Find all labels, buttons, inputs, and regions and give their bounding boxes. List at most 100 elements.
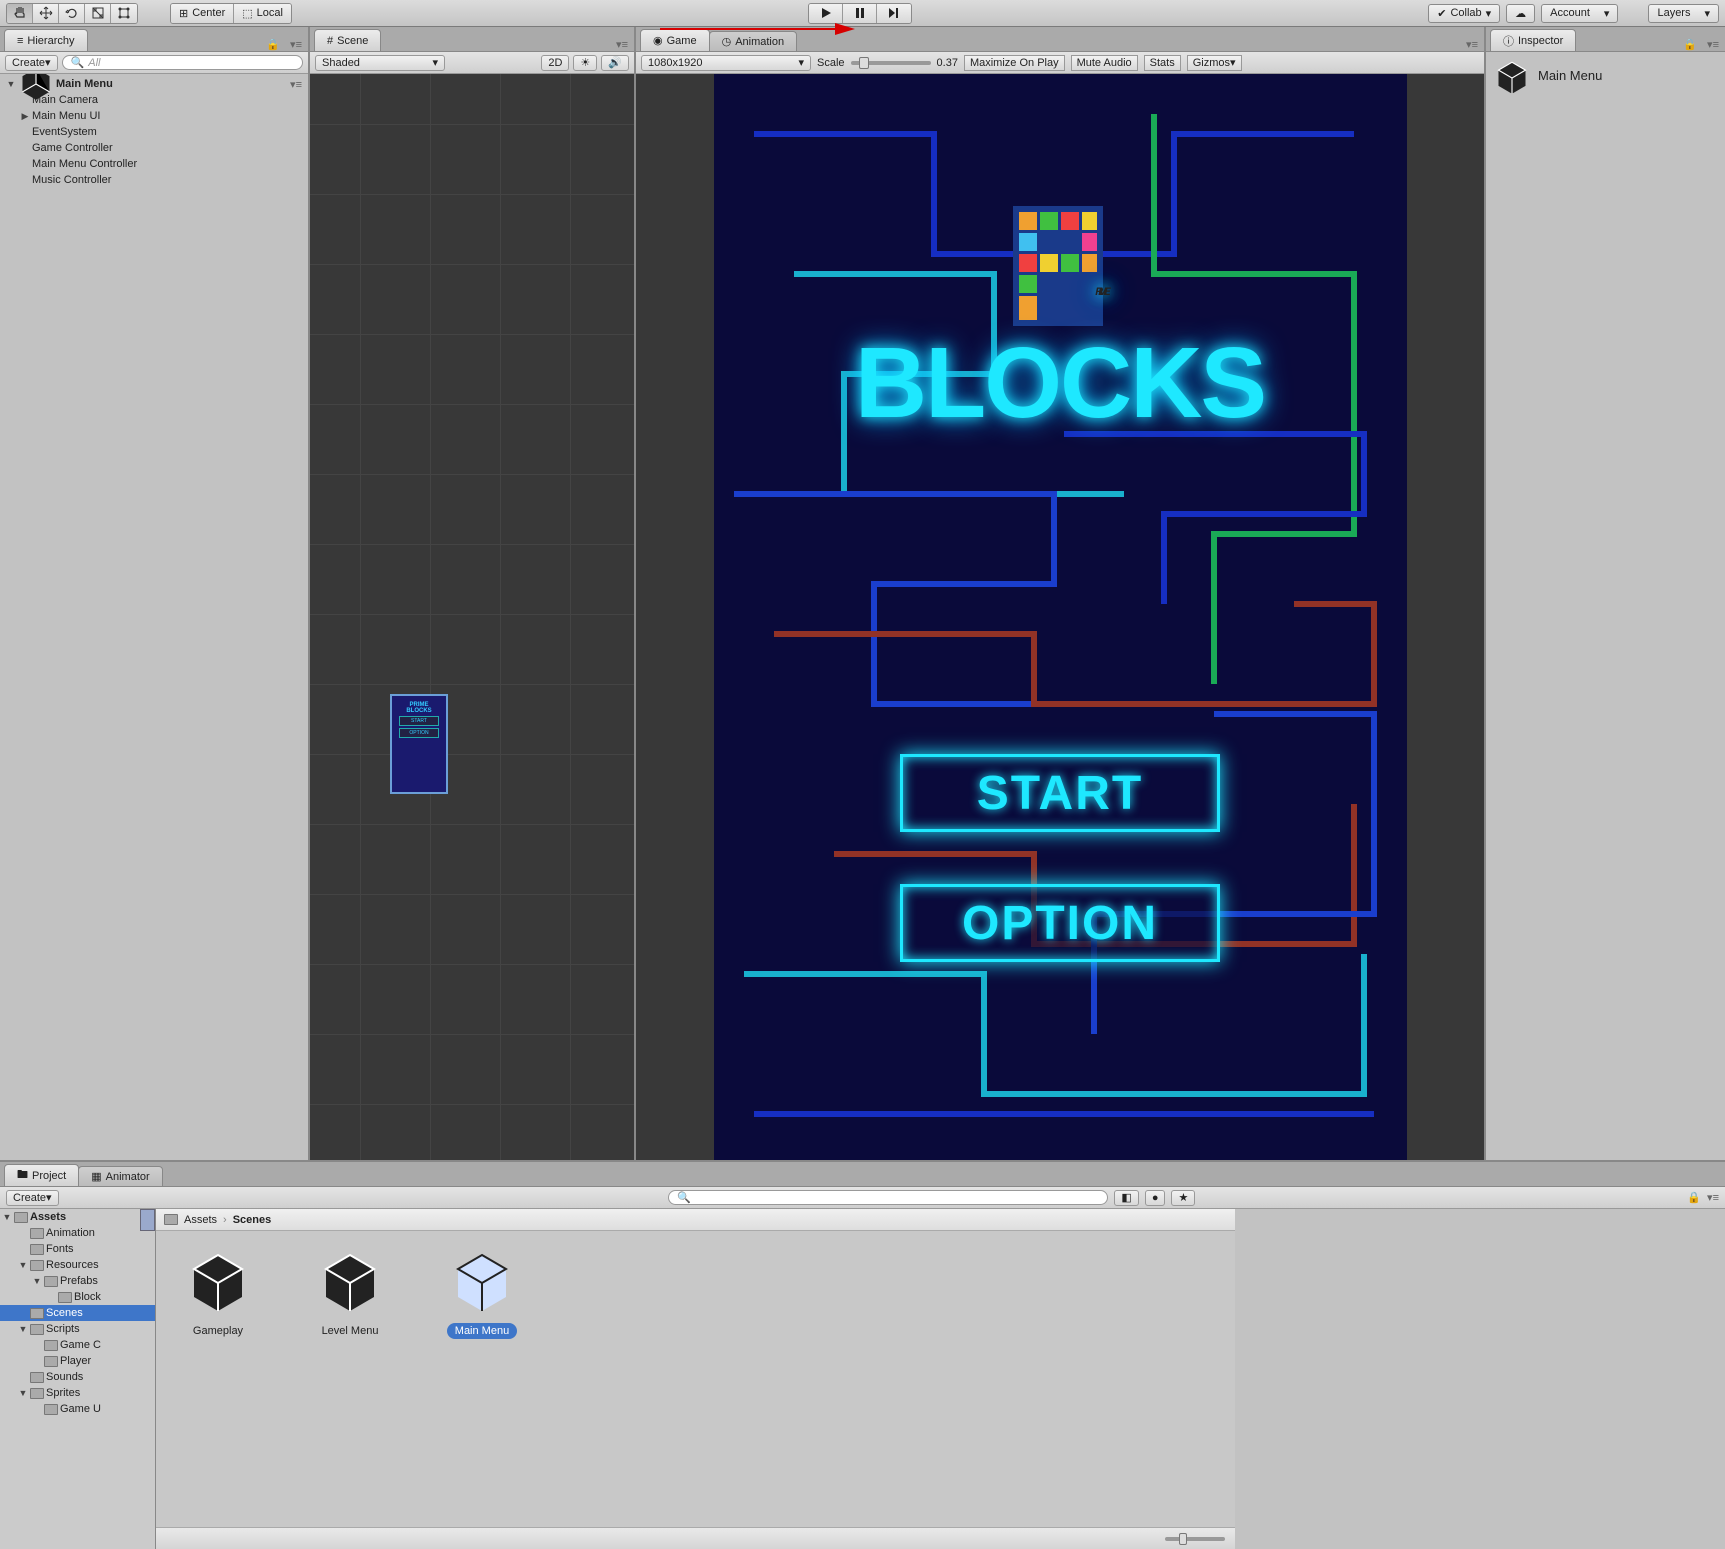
scale-slider[interactable] (851, 61, 931, 65)
filter-button-2[interactable]: ● (1145, 1190, 1166, 1206)
create-label: Create (12, 57, 45, 69)
project-tree-row[interactable]: Scenes (0, 1305, 155, 1321)
search-icon: 🔍 (677, 1191, 691, 1204)
hierarchy-item[interactable]: EventSystem (0, 124, 308, 140)
project-tree-row[interactable]: Game C (0, 1337, 155, 1353)
panel-menu-icon[interactable]: ▾≡ (1466, 38, 1478, 51)
hierarchy-search[interactable]: 🔍All (62, 55, 303, 70)
play-button[interactable] (809, 4, 843, 23)
expand-icon[interactable]: ▼ (6, 79, 16, 89)
create-dropdown[interactable]: Create ▾ (5, 55, 58, 71)
hand-tool-button[interactable] (7, 4, 33, 23)
project-tree-row[interactable]: Game U (0, 1401, 155, 1417)
expand-icon[interactable]: ▶ (20, 111, 30, 122)
project-tree-row[interactable]: Fonts (0, 1241, 155, 1257)
project-tab[interactable]: 🖿Project (4, 1164, 79, 1186)
animator-tab-label: Animator (106, 1171, 150, 1183)
collab-button[interactable]: ✔Collab▾ (1428, 4, 1500, 23)
project-tree-row[interactable]: ▼Resources (0, 1257, 155, 1273)
inspector-tab[interactable]: ⓘInspector (1490, 29, 1576, 51)
game-option-button[interactable]: OPTION (900, 884, 1220, 962)
project-tree-row[interactable]: Player (0, 1353, 155, 1369)
asset-item[interactable]: Level Menu (304, 1251, 396, 1339)
scrollbar-thumb[interactable] (140, 1209, 155, 1231)
project-tree-row[interactable]: ▼Prefabs (0, 1273, 155, 1289)
breadcrumb-item[interactable]: Scenes (233, 1214, 272, 1226)
animator-tab[interactable]: ▦Animator (78, 1166, 162, 1186)
center-label: Center (192, 7, 225, 19)
favorite-button[interactable]: ★ (1171, 1190, 1195, 1206)
2d-toggle[interactable]: 2D (541, 55, 569, 71)
project-tree-row[interactable]: Sounds (0, 1369, 155, 1385)
stats-toggle[interactable]: Stats (1144, 55, 1181, 71)
bottom-area: 🖿Project ▦Animator Create ▾ 🔍 ◧ ● ★ 🔒 ▾≡… (0, 1160, 1725, 1549)
hierarchy-item-label: Game Controller (32, 142, 113, 154)
gizmos-dropdown[interactable]: Gizmos ▾ (1187, 55, 1242, 71)
filter-button-1[interactable]: ◧ (1114, 1190, 1138, 1206)
project-tree-row[interactable]: ▼Sprites (0, 1385, 155, 1401)
center-pivot-button[interactable]: ⊞Center (171, 4, 233, 23)
account-button[interactable]: Account▾ (1541, 4, 1618, 23)
expand-icon[interactable]: ▼ (18, 1388, 28, 1398)
scene-root-row[interactable]: ▼Main Menu▾≡ (0, 76, 308, 92)
scene-menu-icon[interactable]: ▾≡ (290, 78, 302, 91)
scale-tool-button[interactable] (85, 4, 111, 23)
lighting-toggle[interactable]: ☀ (573, 55, 597, 71)
scene-tab[interactable]: #Scene (314, 29, 381, 51)
hierarchy-item[interactable]: ▶Main Menu UI (0, 108, 308, 124)
panel-menu-icon[interactable]: ▾≡ (1707, 1191, 1719, 1204)
pause-button[interactable] (843, 4, 877, 23)
panel-menu-icon[interactable]: ▾≡ (1707, 38, 1719, 51)
rotate-tool-button[interactable] (59, 4, 85, 23)
maximize-toggle[interactable]: Maximize On Play (964, 55, 1065, 71)
expand-icon[interactable]: ▼ (18, 1260, 28, 1270)
lock-icon[interactable]: 🔒 (266, 38, 280, 51)
scene-viewport[interactable]: PRIMEBLOCKS START OPTION (310, 74, 634, 1160)
audio-toggle[interactable]: 🔊 (601, 55, 629, 71)
hierarchy-item[interactable]: Music Controller (0, 172, 308, 188)
resolution-dropdown[interactable]: 1080x1920▾ (641, 55, 811, 71)
mute-toggle[interactable]: Mute Audio (1071, 55, 1138, 71)
animation-tab-label: Animation (735, 36, 784, 48)
lock-icon[interactable]: 🔒 (1683, 38, 1697, 51)
slider-knob[interactable] (1179, 1533, 1187, 1545)
hierarchy-item[interactable]: Game Controller (0, 140, 308, 156)
layers-button[interactable]: Layers▾ (1648, 4, 1719, 23)
local-pivot-button[interactable]: ⬚Local (233, 4, 291, 23)
project-search[interactable]: 🔍 (668, 1190, 1108, 1205)
project-tree-row[interactable]: ▼Assets (0, 1209, 155, 1225)
hierarchy-item[interactable]: Main Menu Controller (0, 156, 308, 172)
scene-camera-preview[interactable]: PRIMEBLOCKS START OPTION (390, 694, 448, 794)
cloud-icon: ☁ (1515, 7, 1526, 20)
chevron-down-icon: ▾ (1604, 7, 1610, 20)
shaded-dropdown[interactable]: Shaded▾ (315, 55, 445, 71)
project-tree-row[interactable]: ▼Scripts (0, 1321, 155, 1337)
game-start-button[interactable]: START (900, 754, 1220, 832)
expand-icon[interactable]: ▼ (2, 1212, 12, 1222)
rect-tool-button[interactable] (111, 4, 137, 23)
breadcrumb-item[interactable]: Assets (184, 1214, 217, 1226)
expand-icon[interactable]: ▼ (32, 1276, 42, 1286)
animation-tab[interactable]: ◷Animation (709, 31, 798, 51)
panel-menu-icon[interactable]: ▾≡ (616, 38, 628, 51)
game-viewport[interactable]: RIME BLOCKS START OPTION (636, 74, 1484, 1160)
project-tree-row[interactable]: Animation (0, 1225, 155, 1241)
cloud-button[interactable]: ☁ (1506, 4, 1535, 23)
hierarchy-item[interactable]: Main Camera (0, 92, 308, 108)
scene-icon: # (327, 35, 333, 47)
slider-knob[interactable] (859, 57, 869, 69)
expand-icon[interactable]: ▼ (18, 1324, 28, 1334)
lock-icon[interactable]: 🔒 (1687, 1191, 1701, 1204)
hierarchy-tab[interactable]: ≡Hierarchy (4, 29, 88, 51)
panel-menu-icon[interactable]: ▾≡ (290, 38, 302, 51)
move-tool-button[interactable] (33, 4, 59, 23)
project-create-dropdown[interactable]: Create ▾ (6, 1190, 59, 1206)
project-tree-row[interactable]: Block (0, 1289, 155, 1305)
option-label: OPTION (962, 896, 1158, 951)
step-button[interactable] (877, 4, 911, 23)
asset-item[interactable]: Main Menu (436, 1251, 528, 1339)
project-body: ▼Assets AnimationFonts▼Resources▼Prefabs… (0, 1209, 1725, 1549)
asset-item[interactable]: Gameplay (172, 1251, 264, 1339)
game-tab[interactable]: ◉Game (640, 29, 710, 51)
asset-size-slider[interactable] (1165, 1537, 1225, 1541)
